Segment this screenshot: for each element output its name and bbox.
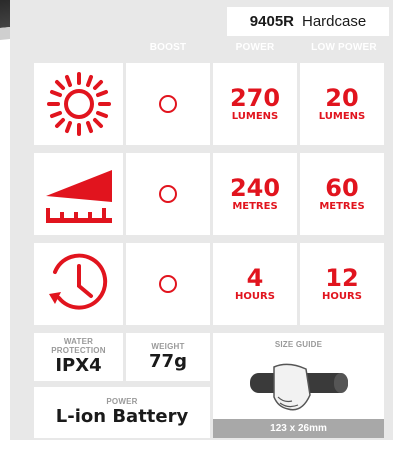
sun-icon [46, 72, 111, 136]
low-power-brightness-value: 20 [325, 83, 359, 112]
weight-value: 77g [149, 350, 187, 372]
low-power-distance-unit: METRES [319, 200, 365, 212]
weight-label: WEIGHT [151, 341, 185, 351]
water-protection-label-line2: PROTECTION [51, 346, 106, 355]
low-power-cell-distance: 60 METRES [300, 153, 384, 235]
low-power-runtime-value: 12 [325, 263, 359, 292]
model-header: 9405R Hardcase [227, 7, 389, 36]
size-guide-label: SIZE GUIDE [274, 340, 323, 349]
power-distance-unit: METRES [232, 200, 278, 212]
beam-distance-icon [45, 170, 112, 223]
power-cell-distance: 240 METRES [213, 153, 297, 235]
weight-spec: WEIGHT 77g [126, 333, 210, 381]
water-protection-spec: WATER PROTECTION IPX4 [34, 333, 123, 381]
model-code: 9405R [249, 13, 294, 30]
low-power-runtime-unit: HOURS [322, 290, 362, 302]
column-header-boost: BOOST [149, 42, 187, 53]
low-power-brightness-unit: LUMENS [318, 110, 366, 122]
boost-unavailable-indicator [159, 275, 177, 293]
boost-unavailable-indicator [159, 95, 177, 113]
hand-holding-torch-illustration [249, 363, 348, 411]
low-power-cell-runtime: 12 HOURS [300, 243, 384, 325]
size-guide: SIZE GUIDE 123 x 26mm [213, 333, 384, 438]
boost-cell-brightness [126, 63, 210, 145]
boost-cell-distance [126, 153, 210, 235]
power-brightness-value: 270 [229, 83, 281, 112]
power-cell-brightness: 270 LUMENS [213, 63, 297, 145]
power-runtime-value: 4 [246, 263, 264, 292]
distance-icon-cell [34, 153, 123, 235]
size-guide-dimensions: 123 x 26mm [213, 419, 384, 438]
water-protection-label-line1: WATER [63, 337, 94, 346]
runtime-icon-cell [34, 243, 123, 325]
model-variant: Hardcase [302, 13, 367, 30]
water-protection-value: IPX4 [55, 355, 102, 376]
column-header-power: POWER [235, 42, 275, 53]
power-distance-value: 240 [229, 173, 281, 202]
power-cell-runtime: 4 HOURS [213, 243, 297, 325]
column-header-low-power: LOW POWER [311, 42, 377, 53]
clock-icon [48, 253, 107, 310]
power-source-spec: POWER L-ion Battery [34, 387, 210, 438]
brightness-icon-cell [34, 63, 123, 145]
power-brightness-unit: LUMENS [231, 110, 279, 122]
boost-cell-runtime [126, 243, 210, 325]
low-power-distance-value: 60 [325, 173, 359, 202]
boost-unavailable-indicator [159, 185, 177, 203]
power-source-label: POWER [106, 397, 138, 406]
power-runtime-unit: HOURS [235, 290, 275, 302]
low-power-cell-brightness: 20 LUMENS [300, 63, 384, 145]
power-source-value: L-ion Battery [55, 406, 189, 427]
